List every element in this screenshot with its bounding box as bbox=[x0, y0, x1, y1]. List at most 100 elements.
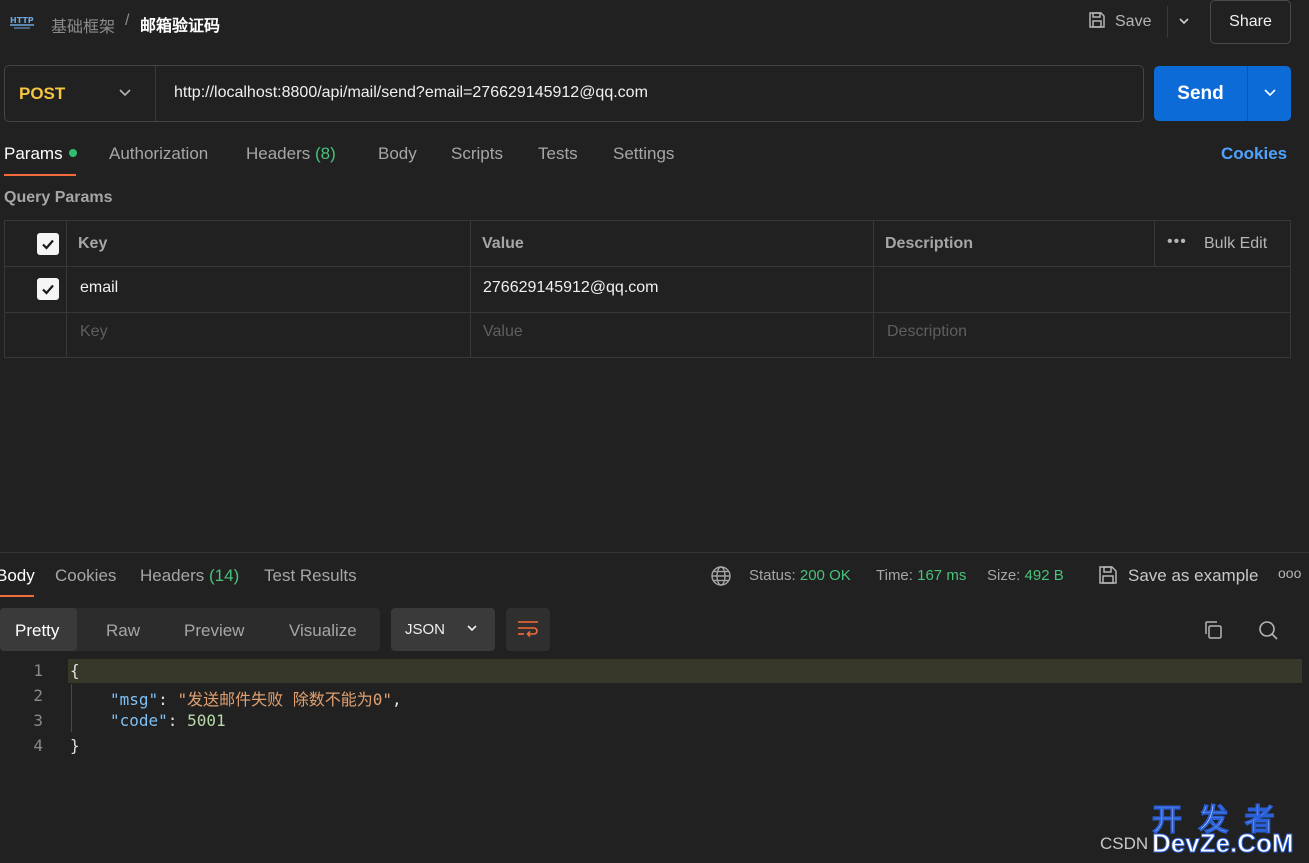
response-divider[interactable] bbox=[0, 552, 1309, 553]
params-active-dot bbox=[68, 149, 77, 157]
line-number: 4 bbox=[33, 736, 43, 755]
code-line-msg[interactable]: "msg": "发送邮件失败 除数不能为0", bbox=[110, 686, 402, 710]
bulk-edit-button[interactable]: Bulk Edit bbox=[1204, 235, 1267, 253]
code-line-open-brace[interactable]: { bbox=[70, 661, 80, 680]
param-key-cell[interactable]: email bbox=[80, 279, 118, 297]
status-label: Status: bbox=[749, 567, 796, 584]
save-button[interactable]: Save bbox=[1083, 6, 1167, 38]
response-tab-cookies[interactable]: Cookies bbox=[55, 566, 116, 586]
tab-params[interactable]: Params bbox=[4, 144, 77, 164]
json-value-code: 5001 bbox=[187, 711, 226, 730]
size-readout[interactable]: Size: 492 B bbox=[987, 567, 1064, 584]
more-options-icon[interactable]: ooo bbox=[1278, 565, 1301, 581]
line-number: 3 bbox=[33, 711, 43, 730]
format-visualize[interactable]: Visualize bbox=[289, 621, 357, 641]
code-line-code[interactable]: "code": 5001 bbox=[110, 711, 226, 730]
response-tab-test-results[interactable]: Test Results bbox=[264, 566, 357, 586]
format-preview[interactable]: Preview bbox=[184, 621, 244, 641]
new-value-input[interactable]: Value bbox=[483, 323, 523, 341]
headers-count: (8) bbox=[315, 144, 336, 163]
indent-guide bbox=[71, 684, 72, 732]
response-tab-headers-label: Headers bbox=[140, 566, 205, 585]
wrap-lines-icon bbox=[516, 618, 540, 641]
time-value: 167 ms bbox=[917, 567, 967, 584]
status-value: 200 OK bbox=[799, 567, 851, 584]
url-input[interactable]: http://localhost:8800/api/mail/send?emai… bbox=[174, 84, 648, 102]
new-description-input[interactable]: Description bbox=[887, 323, 967, 341]
tab-underline bbox=[0, 595, 34, 597]
chevron-down-icon[interactable] bbox=[117, 84, 133, 103]
time-label: Time: bbox=[876, 567, 913, 584]
param-enabled-checkbox[interactable] bbox=[37, 278, 59, 300]
search-icon[interactable] bbox=[1257, 619, 1279, 644]
chevron-down-icon bbox=[465, 621, 479, 639]
chevron-down-icon bbox=[1262, 84, 1278, 103]
watermark-csdn: CSDN bbox=[1100, 834, 1149, 853]
row-divider bbox=[4, 266, 1291, 267]
save-dropdown-button[interactable] bbox=[1167, 6, 1199, 38]
method-select[interactable]: POST bbox=[19, 84, 65, 104]
globe-icon[interactable] bbox=[710, 565, 732, 590]
save-label: Save bbox=[1115, 13, 1152, 30]
share-button[interactable]: Share bbox=[1210, 0, 1291, 44]
tab-headers-label: Headers bbox=[246, 144, 311, 163]
code-line-close-brace[interactable]: } bbox=[70, 736, 80, 755]
breadcrumb-current[interactable]: 邮箱验证码 bbox=[140, 12, 220, 36]
send-dropdown-button[interactable] bbox=[1247, 66, 1291, 121]
tab-tests[interactable]: Tests bbox=[538, 144, 578, 164]
json-key-code: "code" bbox=[110, 711, 168, 730]
save-icon bbox=[1087, 10, 1107, 35]
size-value: 492 B bbox=[1024, 567, 1064, 584]
tab-authorization[interactable]: Authorization bbox=[109, 144, 208, 164]
check-icon bbox=[42, 239, 54, 250]
column-header-value: Value bbox=[482, 235, 524, 252]
tab-body[interactable]: Body bbox=[378, 144, 417, 164]
column-header-description: Description bbox=[885, 235, 974, 252]
json-comma: , bbox=[391, 690, 402, 709]
tab-underline bbox=[4, 174, 76, 176]
breadcrumb-separator: / bbox=[125, 12, 130, 29]
tab-settings[interactable]: Settings bbox=[613, 144, 674, 164]
select-all-checkbox[interactable] bbox=[37, 233, 59, 255]
response-headers-count: (14) bbox=[209, 566, 240, 585]
copy-icon[interactable] bbox=[1202, 619, 1224, 644]
col-divider bbox=[66, 220, 67, 358]
cookies-link[interactable]: Cookies bbox=[1221, 144, 1287, 164]
json-colon: : bbox=[158, 690, 178, 709]
format-pretty[interactable]: Pretty bbox=[15, 621, 59, 641]
col-divider bbox=[1154, 220, 1155, 266]
language-label: JSON bbox=[405, 621, 446, 638]
chevron-down-icon bbox=[1177, 14, 1191, 31]
check-icon bbox=[42, 284, 54, 295]
status-readout[interactable]: Status: 200 OK bbox=[749, 567, 851, 584]
query-params-title: Query Params bbox=[4, 189, 113, 206]
new-key-input[interactable]: Key bbox=[80, 323, 108, 341]
http-request-icon: HTTP bbox=[10, 11, 34, 31]
json-key-msg: "msg" bbox=[110, 690, 159, 709]
breadcrumb-parent[interactable]: 基础框架 bbox=[51, 13, 115, 37]
column-header-key: Key bbox=[78, 235, 108, 252]
response-tab-body[interactable]: Body bbox=[0, 566, 35, 586]
tab-headers[interactable]: Headers (8) bbox=[246, 144, 336, 164]
time-readout[interactable]: Time: 167 ms bbox=[876, 567, 966, 584]
row-divider bbox=[4, 312, 1291, 313]
size-label: Size: bbox=[987, 567, 1021, 584]
line-number: 1 bbox=[33, 661, 43, 680]
json-colon: : bbox=[167, 711, 188, 730]
col-divider bbox=[470, 220, 471, 358]
tab-scripts[interactable]: Scripts bbox=[451, 144, 503, 164]
svg-text:HTTP: HTTP bbox=[10, 16, 34, 25]
more-options-icon[interactable]: ••• bbox=[1167, 233, 1187, 251]
param-value-cell[interactable]: 276629145912@qq.com bbox=[483, 279, 659, 297]
save-example-icon bbox=[1097, 564, 1119, 589]
col-divider bbox=[873, 220, 874, 358]
divider bbox=[155, 66, 156, 121]
format-raw[interactable]: Raw bbox=[106, 621, 140, 641]
watermark-en: DevZe.CoM bbox=[1152, 828, 1295, 859]
send-button[interactable]: Send bbox=[1154, 66, 1247, 121]
language-select[interactable]: JSON bbox=[391, 608, 495, 651]
tab-params-label: Params bbox=[4, 144, 63, 163]
response-tab-headers[interactable]: Headers (14) bbox=[140, 566, 239, 586]
save-as-example-button[interactable]: Save as example bbox=[1128, 566, 1258, 586]
wrap-lines-button[interactable] bbox=[506, 608, 550, 651]
